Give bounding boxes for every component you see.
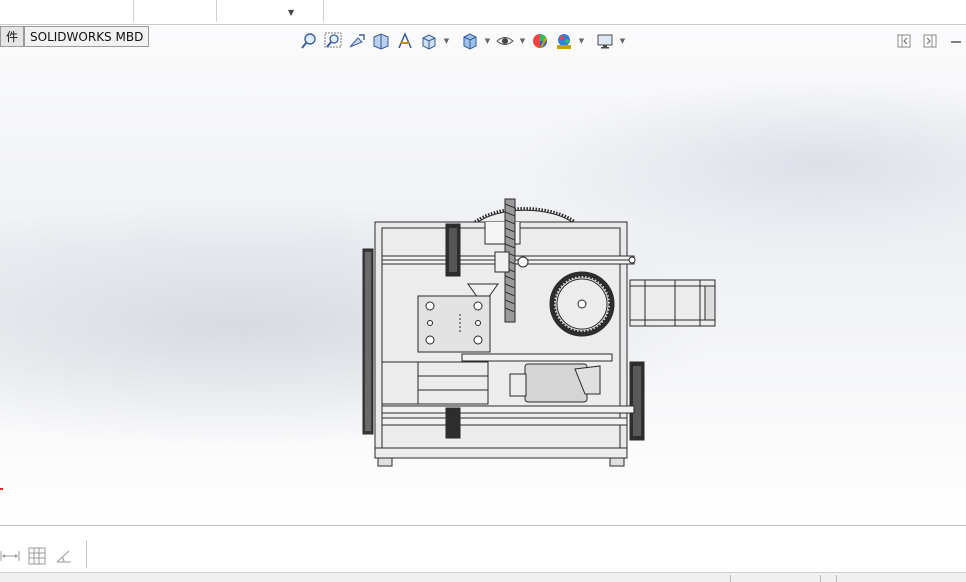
heads-up-view-toolbar: ▼ ▼ ▼ ▼ ▼ <box>298 31 627 51</box>
grid-icon[interactable] <box>27 547 47 565</box>
middle-plate <box>461 353 613 362</box>
zoom-to-area-icon[interactable] <box>322 31 344 51</box>
edit-appearance-icon[interactable] <box>529 31 551 51</box>
zoom-to-fit-icon[interactable] <box>298 31 320 51</box>
graphics-area[interactable] <box>0 26 966 525</box>
view-settings-icon[interactable] <box>594 31 616 51</box>
base-plate <box>374 447 628 459</box>
origin-indicator <box>0 488 3 490</box>
display-style-dropdown-icon[interactable]: ▼ <box>483 31 492 51</box>
minimize-icon[interactable] <box>947 33 965 49</box>
display-style-icon[interactable] <box>459 31 481 51</box>
right-motor <box>629 279 716 327</box>
command-tabs: 件 SOLIDWORKS MBD <box>0 26 150 47</box>
toolbar-separator <box>86 540 87 568</box>
split-view-left-icon[interactable] <box>895 33 913 49</box>
angle-icon[interactable] <box>54 547 74 565</box>
apply-scene-icon[interactable] <box>553 31 575 51</box>
hide-show-dropdown-icon[interactable]: ▼ <box>518 31 527 51</box>
assembly-model-front-view[interactable] <box>360 194 720 469</box>
status-bar <box>0 572 966 582</box>
viewport-window-controls <box>895 33 965 49</box>
sketch-toolbar <box>0 526 966 572</box>
apply-scene-dropdown-icon[interactable]: ▼ <box>577 31 586 51</box>
lower-shaft <box>381 405 635 414</box>
tab-solidworks-mbd[interactable]: SOLIDWORKS MBD <box>24 26 150 47</box>
previous-view-icon[interactable] <box>346 31 368 51</box>
status-separator <box>820 575 821 582</box>
ribbon-dropdown-arrow-icon[interactable]: ▼ <box>288 8 294 17</box>
tab-parts[interactable]: 件 <box>0 26 25 47</box>
hide-show-items-icon[interactable] <box>494 31 516 51</box>
status-separator <box>730 575 731 582</box>
command-manager-ribbon: ▼ <box>0 0 966 25</box>
split-view-right-icon[interactable] <box>921 33 939 49</box>
ribbon-separator <box>216 0 217 22</box>
lower-left-gear <box>445 407 461 439</box>
view-settings-dropdown-icon[interactable]: ▼ <box>618 31 627 51</box>
ribbon-separator <box>133 0 134 22</box>
view-orientation-dropdown-icon[interactable]: ▼ <box>442 31 451 51</box>
view-orientation-icon[interactable] <box>418 31 440 51</box>
dimension-icon[interactable] <box>0 547 20 565</box>
dynamic-annotation-view-icon[interactable] <box>394 31 416 51</box>
status-separator <box>836 575 837 582</box>
ribbon-separator <box>323 0 324 22</box>
section-view-icon[interactable] <box>370 31 392 51</box>
